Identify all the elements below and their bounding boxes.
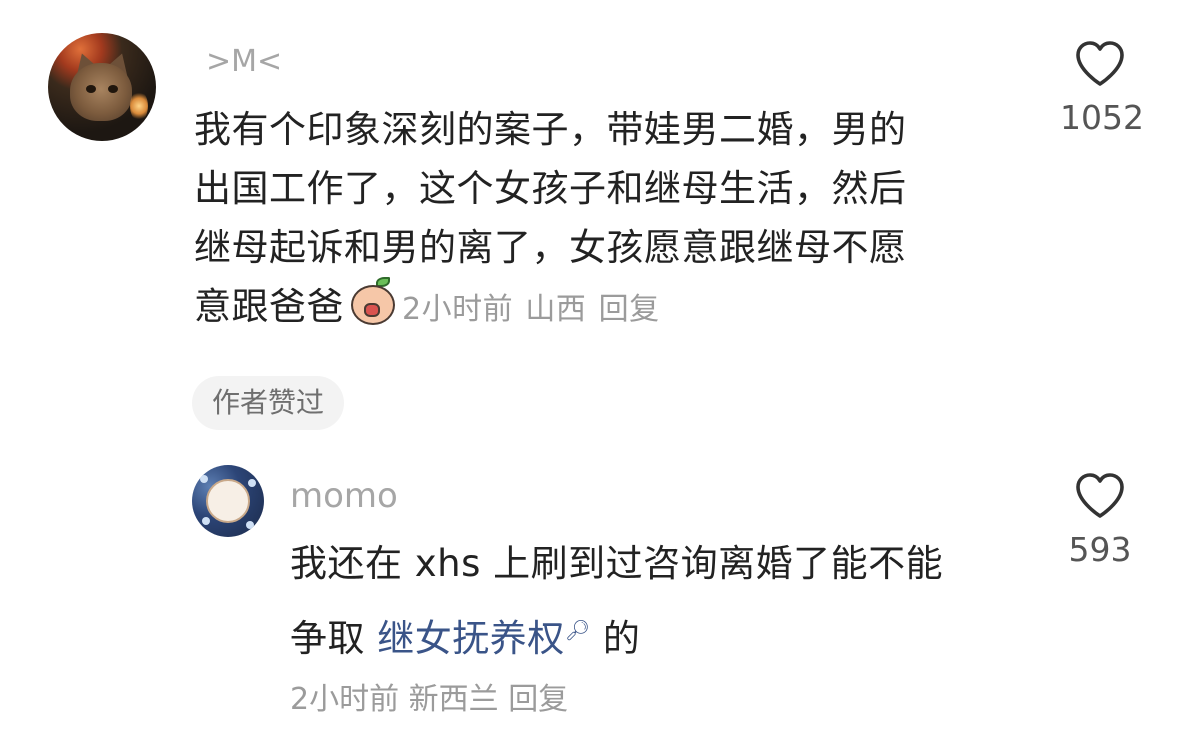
reply-text-prefix: 争取 — [290, 617, 365, 660]
cat-eye-right — [108, 85, 118, 93]
author-liked-badge: 作者赞过 — [192, 376, 345, 430]
comment-line: 意跟爸爸 — [194, 285, 344, 328]
reply-time: 2小时前 — [290, 682, 400, 717]
heart-icon[interactable] — [1074, 472, 1126, 520]
like-control[interactable]: 1052 — [1060, 40, 1144, 137]
comment-text: 我有个印象深刻的案子，带娃男二婚，男的 出国工作了，这个女孩子和继母生活，然后 … — [194, 100, 1024, 339]
comment-line: 出国工作了，这个女孩子和继母生活，然后 — [194, 167, 907, 210]
comment-line: 我有个印象深刻的案子，带娃男二婚，男的 — [194, 108, 907, 151]
search-icon: 🔎︎ — [564, 618, 591, 642]
reply-like-control[interactable]: 593 — [1060, 472, 1140, 569]
comment-line: 继母起诉和男的离了，女孩愿意跟继母不愿 — [194, 226, 907, 269]
crying-face-emoji — [348, 277, 398, 325]
heart-icon[interactable] — [1074, 40, 1126, 88]
like-count: 1052 — [1060, 98, 1144, 137]
comment-time: 2小时前 — [402, 292, 514, 327]
reply-reply-button[interactable]: 回复 — [508, 682, 568, 717]
reply-item: momo 我还在 xhs 上刷到过咨询离婚了能不能 争取 继女抚养权🔎︎ 的 2… — [0, 440, 1179, 734]
comment-location: 山西 — [525, 292, 587, 327]
search-link[interactable]: 继女抚养权🔎︎ — [377, 617, 590, 660]
reply-line-2: 争取 继女抚养权🔎︎ 的 — [290, 597, 1030, 672]
reply-meta: 2小时前 新西兰 回复 — [290, 674, 568, 718]
comment-username[interactable]: >M< — [206, 44, 282, 80]
reply-text-suffix: 的 — [602, 617, 641, 660]
cat-eye-left — [86, 85, 96, 93]
reply-text: 我还在 xhs 上刷到过咨询离婚了能不能 争取 继女抚养权🔎︎ 的 — [290, 531, 1030, 672]
cat-face — [70, 63, 132, 121]
avatar[interactable] — [48, 33, 156, 141]
candle-glow — [130, 91, 148, 121]
reply-username[interactable]: momo — [290, 478, 398, 514]
search-link-text: 继女抚养权 — [377, 617, 565, 660]
avatar-character — [206, 479, 250, 523]
reply-location: 新西兰 — [408, 682, 499, 717]
reply-line: 我还在 xhs 上刷到过咨询离婚了能不能 — [290, 542, 944, 585]
comment-item: >M< 我有个印象深刻的案子，带娃男二婚，男的 出国工作了，这个女孩子和继母生活… — [0, 0, 1179, 440]
reply-button[interactable]: 回复 — [599, 292, 660, 327]
comment-last-line: 意跟爸爸 2小时前 山西 回复 — [194, 277, 1024, 339]
reply-avatar[interactable] — [192, 465, 264, 537]
reply-like-count: 593 — [1068, 530, 1132, 569]
